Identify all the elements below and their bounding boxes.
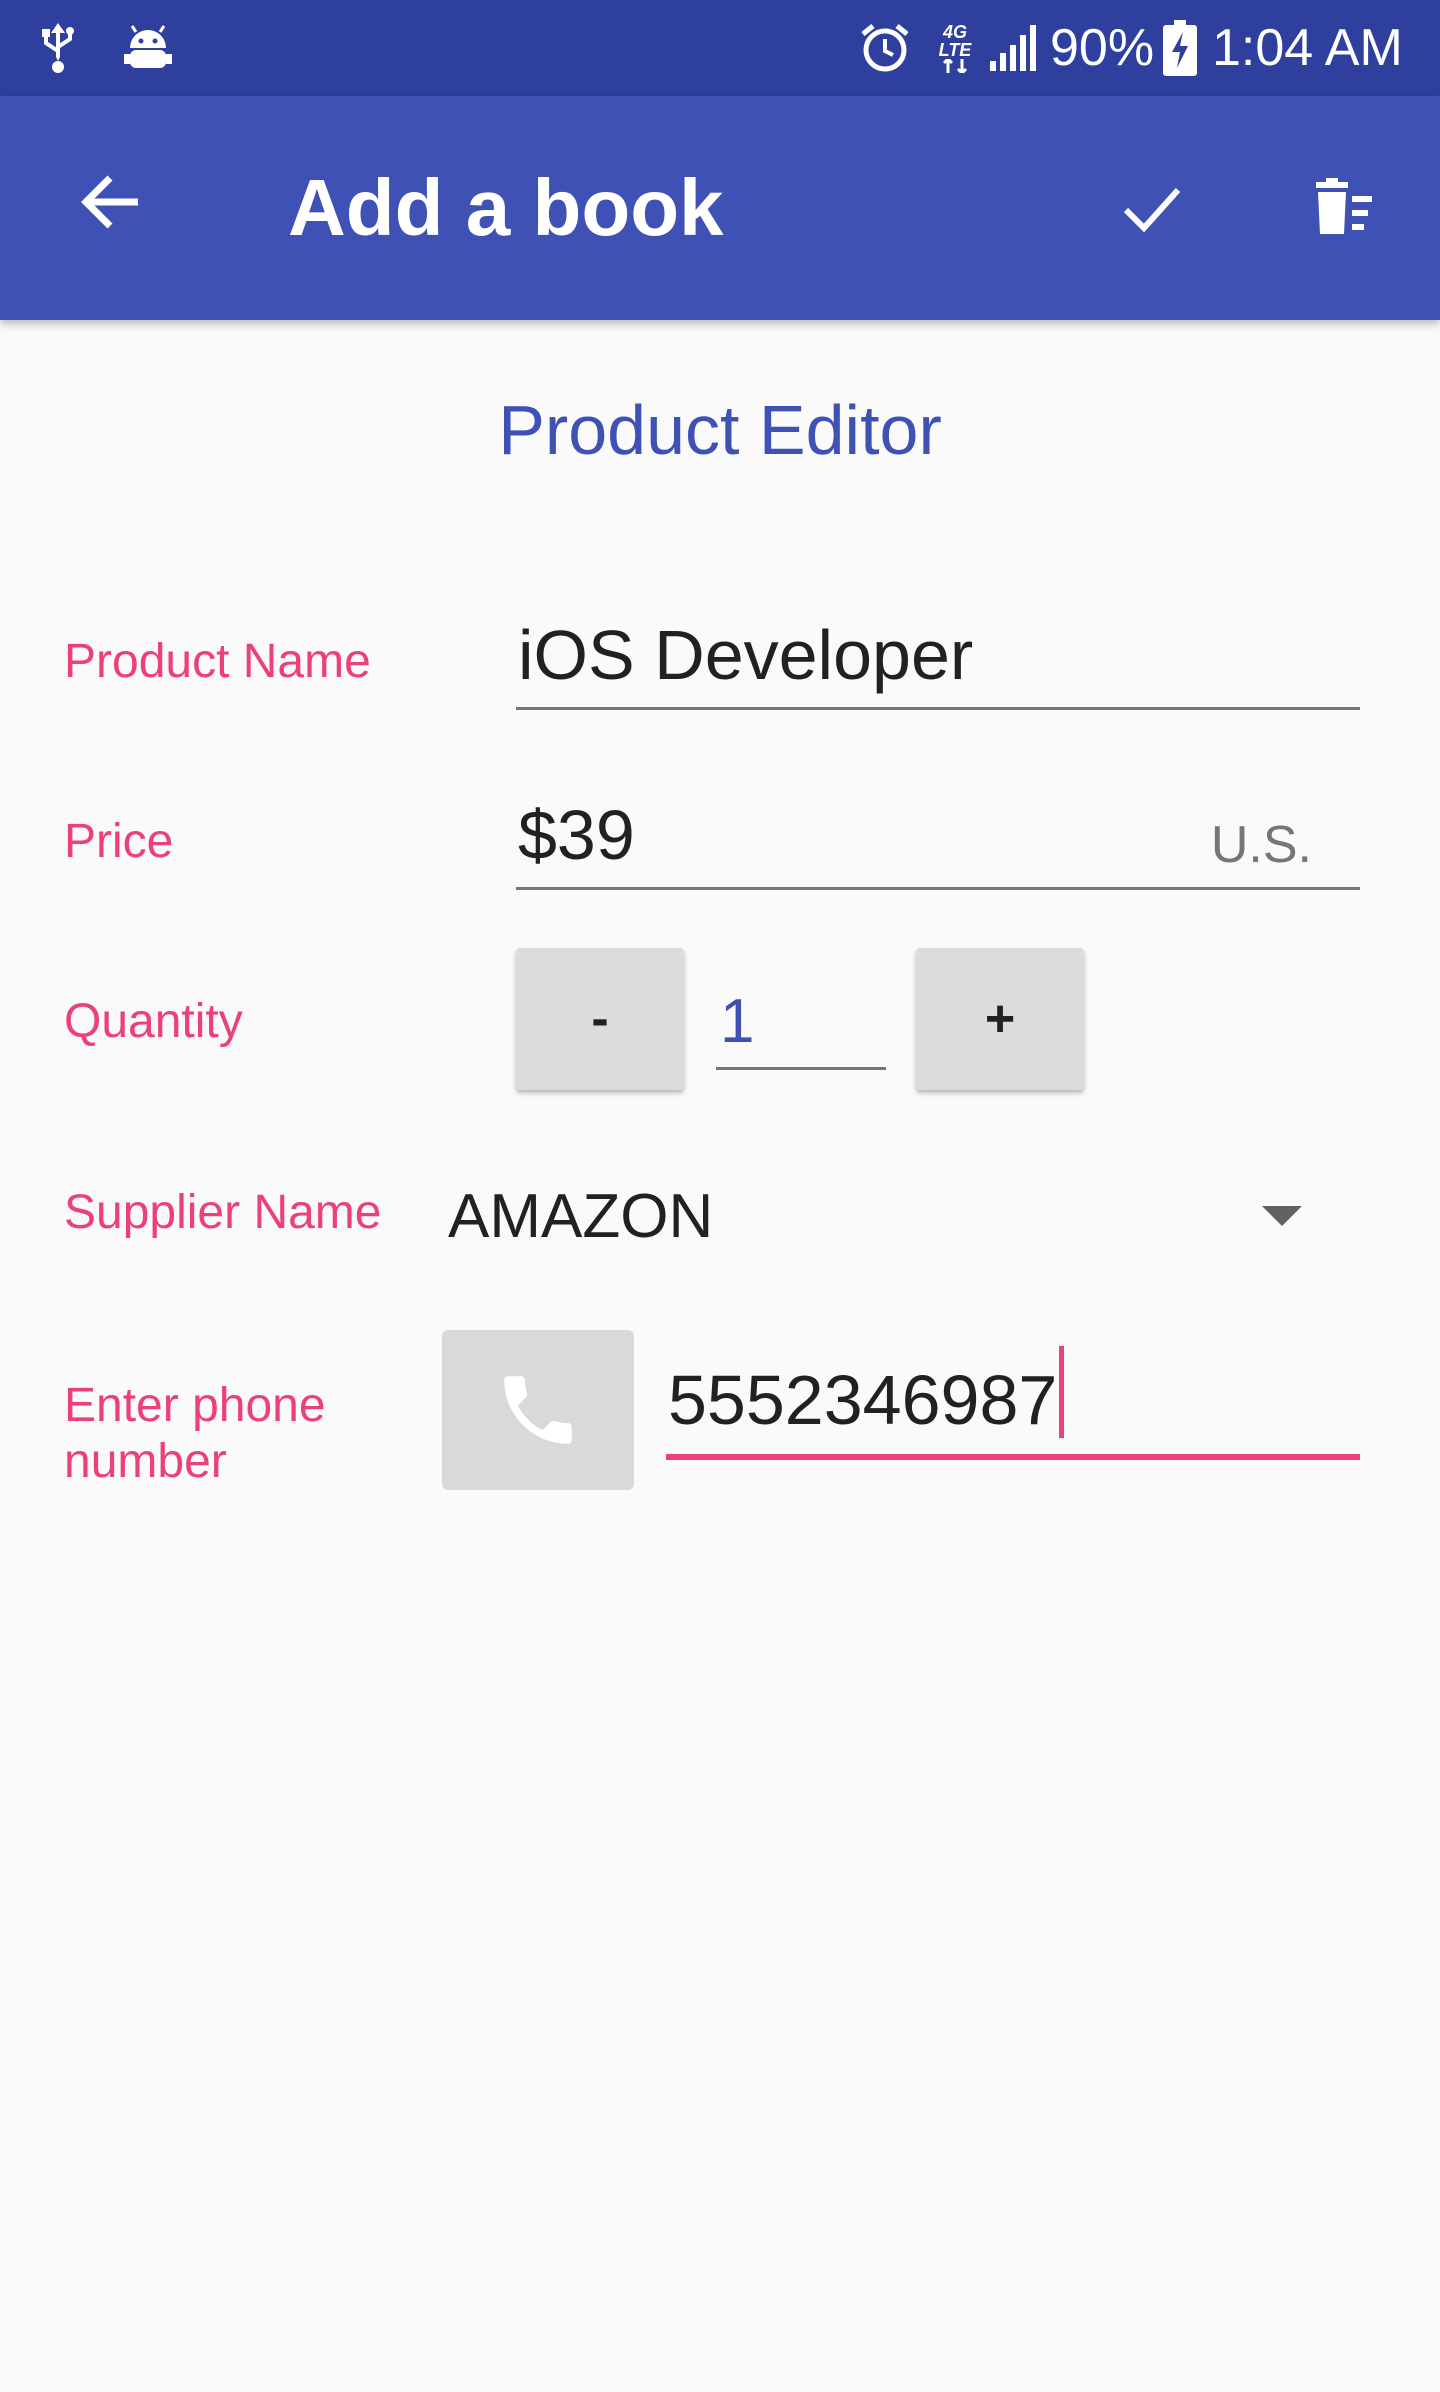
signal-icon bbox=[986, 0, 1044, 96]
check-icon bbox=[1123, 187, 1181, 233]
save-button[interactable] bbox=[1096, 152, 1208, 264]
decrement-button[interactable]: - bbox=[516, 948, 684, 1090]
price-input[interactable]: $39 U.S. bbox=[516, 770, 1360, 890]
supplier-dropdown[interactable]: AMAZON bbox=[448, 1160, 1310, 1272]
price-currency-suffix: U.S. bbox=[1210, 816, 1312, 874]
back-button[interactable] bbox=[56, 146, 168, 258]
clock: 1:04 AM bbox=[1212, 19, 1403, 77]
screen-title: Add a book bbox=[288, 163, 724, 252]
text-cursor bbox=[1059, 1346, 1065, 1438]
phone-label-line2: number bbox=[64, 1435, 227, 1488]
app-bar: Add a book bbox=[0, 96, 1440, 320]
quantity-value: 1 bbox=[720, 987, 755, 1056]
battery-charging-icon bbox=[1160, 0, 1200, 96]
price-label: Price bbox=[64, 815, 174, 868]
alarm-icon bbox=[856, 0, 914, 96]
supplier-name-label: Supplier Name bbox=[64, 1186, 382, 1239]
network-type-label: 4G LTE bbox=[938, 22, 972, 60]
network-type-icon: 4G LTE bbox=[932, 0, 978, 96]
call-button[interactable] bbox=[442, 1330, 634, 1490]
price-value: $39 bbox=[518, 796, 635, 874]
dropdown-arrow-icon bbox=[1262, 1206, 1302, 1226]
usb-icon bbox=[30, 0, 86, 96]
status-bar: 4G LTE 90% 1:04 AM bbox=[0, 0, 1440, 96]
quantity-label: Quantity bbox=[64, 995, 243, 1048]
phone-label: Enter phone number bbox=[64, 1378, 326, 1490]
increment-button[interactable]: + bbox=[916, 948, 1084, 1090]
product-name-input[interactable]: iOS Developer bbox=[516, 590, 1360, 710]
phone-icon bbox=[504, 1376, 572, 1444]
quantity-input[interactable]: 1 bbox=[716, 970, 886, 1070]
product-name-value: iOS Developer bbox=[518, 616, 974, 694]
supplier-selected-value: AMAZON bbox=[448, 1181, 714, 1251]
delete-all-icon bbox=[1316, 178, 1372, 234]
arrow-left-icon bbox=[81, 175, 138, 229]
product-name-label: Product Name bbox=[64, 635, 371, 688]
android-debug-icon bbox=[118, 0, 178, 96]
editor-heading: Product Editor bbox=[498, 391, 942, 469]
battery-percent: 90% bbox=[1050, 19, 1155, 77]
phone-label-line1: Enter phone bbox=[64, 1379, 326, 1432]
phone-input[interactable]: 5552346987 bbox=[666, 1330, 1360, 1460]
phone-value: 5552346987 bbox=[668, 1361, 1058, 1439]
delete-all-button[interactable] bbox=[1288, 152, 1400, 264]
phone-value-wrap: 5552346987 bbox=[668, 1346, 1065, 1440]
